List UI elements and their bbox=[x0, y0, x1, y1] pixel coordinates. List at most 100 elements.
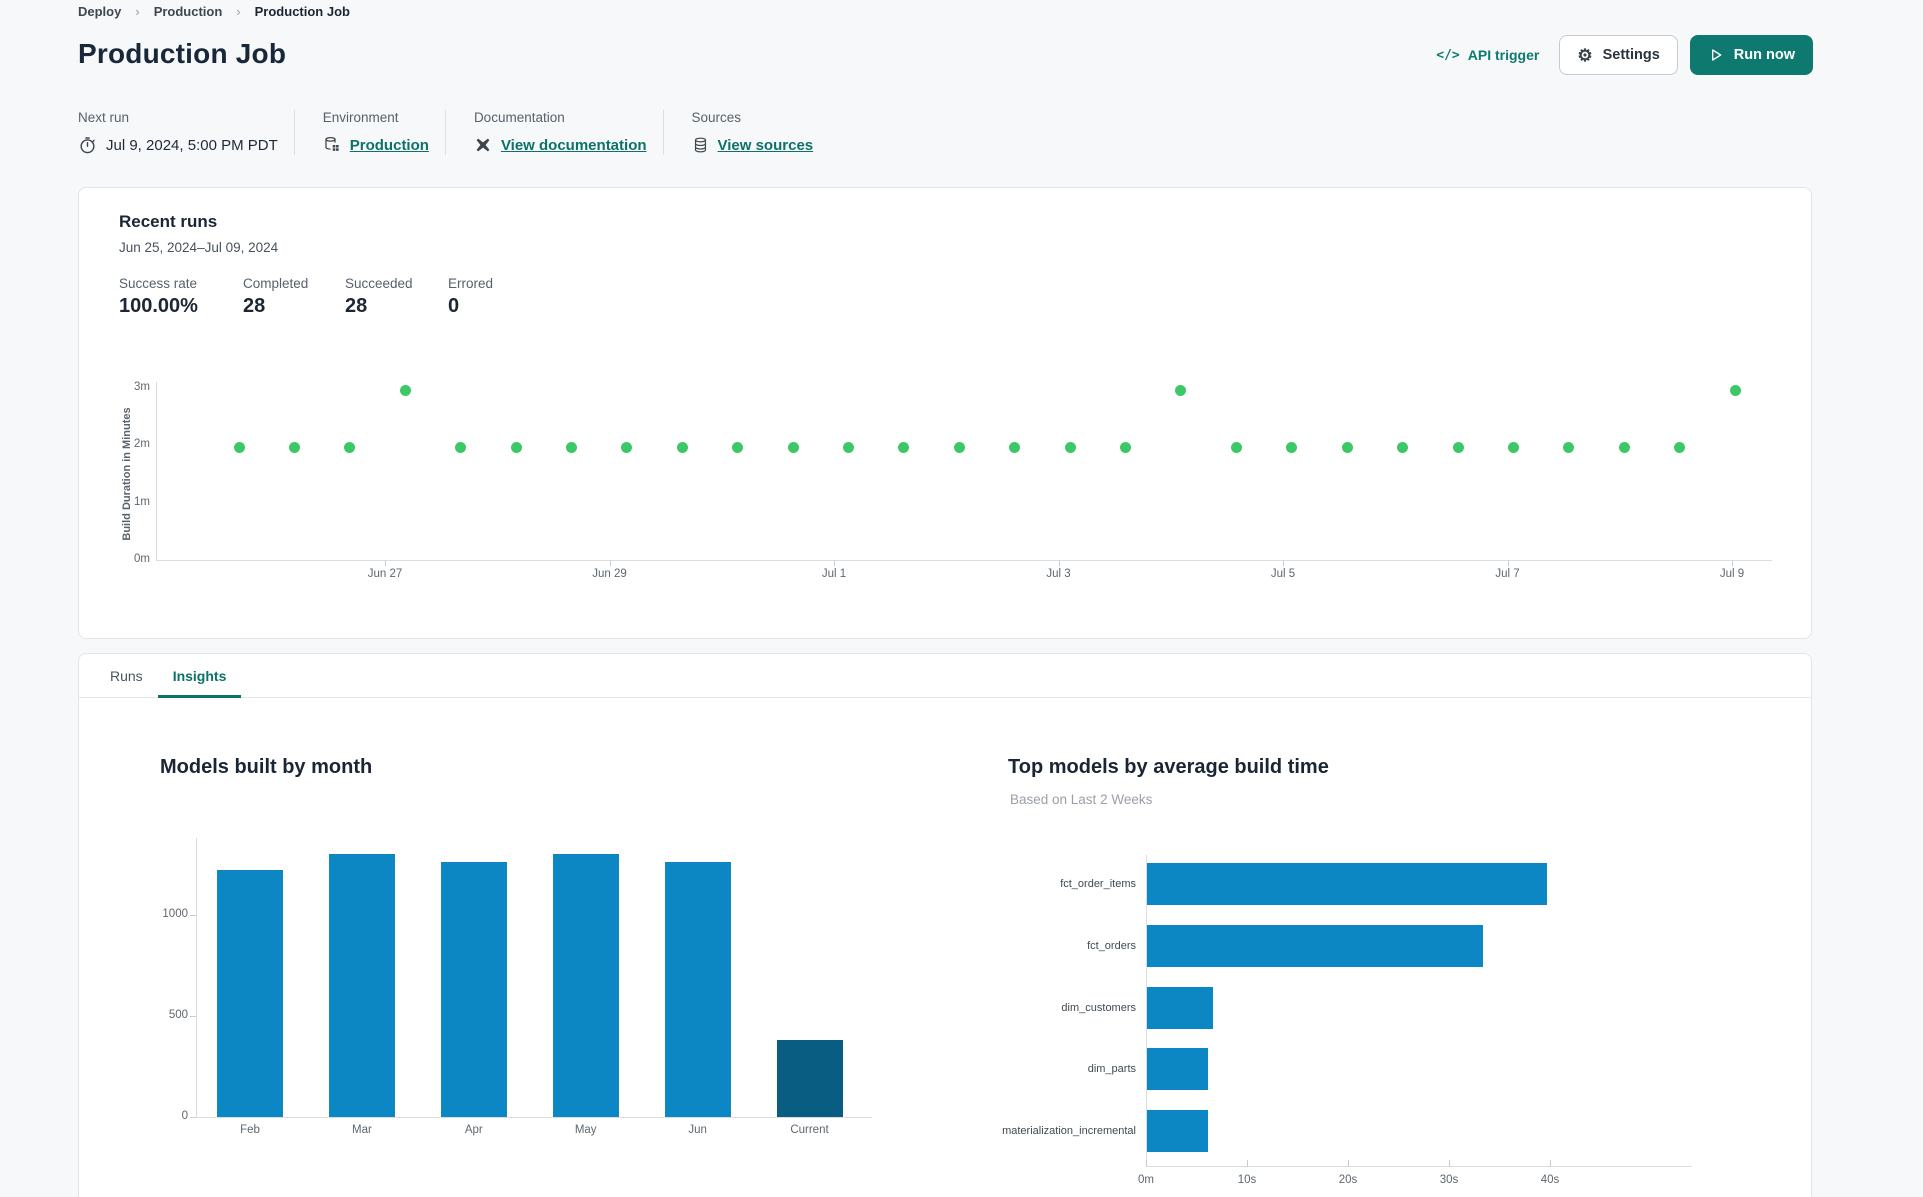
run-duration-dot[interactable] bbox=[1507, 441, 1519, 453]
scatter-y-tick-label: 1m bbox=[134, 495, 150, 508]
api-trigger-link[interactable]: </> API trigger bbox=[1436, 47, 1539, 63]
documentation-section: Documentation View documentation bbox=[474, 110, 647, 155]
scatter-x-tick-mark bbox=[609, 561, 611, 566]
scatter-x-tick-mark bbox=[1507, 561, 1509, 566]
breadcrumb-production[interactable]: Production bbox=[154, 4, 223, 19]
run-duration-dot[interactable] bbox=[1452, 441, 1464, 453]
month-x-tick-label: Jun bbox=[688, 1124, 707, 1136]
stat-succeeded: Succeeded 28 bbox=[345, 276, 448, 318]
gear-icon: ⚙ bbox=[1577, 45, 1593, 65]
run-duration-dot[interactable] bbox=[732, 441, 744, 453]
scatter-x-tick-mark bbox=[385, 561, 386, 566]
run-duration-dot[interactable] bbox=[344, 441, 356, 453]
month-y-tick-mark bbox=[190, 914, 196, 916]
stat-label: Errored bbox=[448, 276, 494, 291]
settings-button[interactable]: ⚙ Settings bbox=[1559, 35, 1678, 75]
stat-value: 28 bbox=[345, 295, 368, 317]
tab-runs[interactable]: Runs bbox=[95, 654, 158, 697]
scatter-y-axis-title: Build Duration in Minutes bbox=[121, 407, 133, 541]
top-models-bar bbox=[1147, 863, 1547, 905]
stat-value: 28 bbox=[243, 295, 266, 317]
month-y-tick-label: 1000 bbox=[162, 907, 188, 920]
run-duration-dot[interactable] bbox=[787, 441, 799, 453]
tab-insights[interactable]: Insights bbox=[157, 654, 242, 698]
play-icon bbox=[1711, 49, 1722, 61]
top-models-x-tick-label: 20s bbox=[1338, 1174, 1358, 1186]
scatter-x-tick-mark bbox=[1283, 561, 1284, 566]
month-y-tick-label: 500 bbox=[168, 1008, 188, 1021]
stat-errored: Errored 0 bbox=[448, 276, 572, 318]
code-icon: </> bbox=[1436, 47, 1460, 63]
recent-runs-card: Recent runs Jun 25, 2024–Jul 09, 2024 Su… bbox=[78, 187, 1812, 639]
run-duration-dot[interactable] bbox=[288, 441, 300, 453]
stat-label: Success rate bbox=[119, 276, 198, 291]
production-job-page: Deploy › Production › Production Job Pro… bbox=[0, 0, 1923, 1197]
month-bar bbox=[776, 1040, 843, 1117]
environment-label: Environment bbox=[322, 110, 399, 125]
scatter-x-tick-label: Jul 1 bbox=[821, 568, 847, 580]
scatter-x-tick-label: Jul 3 bbox=[1046, 568, 1071, 580]
breadcrumb: Deploy › Production › Production Job bbox=[78, 4, 350, 19]
view-documentation-link[interactable]: View documentation bbox=[501, 137, 647, 154]
month-bar bbox=[440, 862, 507, 1117]
api-trigger-label: API trigger bbox=[1467, 47, 1540, 63]
run-duration-dot[interactable] bbox=[1341, 441, 1353, 453]
run-duration-dot[interactable] bbox=[1563, 441, 1575, 453]
run-duration-dot[interactable] bbox=[1286, 441, 1298, 453]
month-y-axis-line bbox=[196, 838, 197, 1118]
run-duration-dot[interactable] bbox=[1064, 441, 1076, 453]
run-now-button[interactable]: Run now bbox=[1689, 35, 1813, 75]
run-duration-dot[interactable] bbox=[510, 441, 522, 453]
run-now-label: Run now bbox=[1733, 47, 1795, 63]
run-duration-dot[interactable] bbox=[621, 441, 633, 453]
run-duration-dot[interactable] bbox=[843, 441, 854, 453]
stat-completed: Completed 28 bbox=[243, 276, 345, 318]
top-models-bar bbox=[1147, 924, 1484, 967]
scatter-x-tick-mark bbox=[1058, 561, 1060, 566]
top-models-bar-label: fct_orders bbox=[1087, 939, 1136, 952]
run-duration-dot[interactable] bbox=[565, 441, 577, 453]
breadcrumb-deploy[interactable]: Deploy bbox=[78, 4, 121, 19]
stat-value: 100.00% bbox=[119, 295, 198, 317]
sources-label: Sources bbox=[691, 110, 742, 125]
stat-success-rate: Success rate 100.00% bbox=[119, 276, 243, 318]
documentation-label: Documentation bbox=[473, 110, 565, 125]
run-duration-dot[interactable] bbox=[1009, 441, 1021, 453]
next-run-label: Next run bbox=[78, 110, 130, 125]
run-duration-dot[interactable] bbox=[676, 441, 688, 453]
month-x-tick-label: Current bbox=[790, 1124, 829, 1136]
top-models-bar-label: dim_parts bbox=[1087, 1063, 1136, 1076]
run-duration-dot[interactable] bbox=[1120, 441, 1132, 453]
run-duration-dot[interactable] bbox=[233, 441, 245, 453]
run-duration-dot[interactable] bbox=[1729, 385, 1741, 397]
view-sources-link[interactable]: View sources bbox=[718, 137, 814, 154]
divider bbox=[662, 110, 664, 155]
month-x-tick-label: Apr bbox=[464, 1124, 483, 1136]
top-models-x-tick-mark bbox=[1247, 1160, 1248, 1167]
page-title: Production Job bbox=[78, 38, 287, 69]
top-models-bar bbox=[1147, 1048, 1208, 1091]
scatter-y-axis-line bbox=[156, 382, 157, 561]
run-duration-dot[interactable] bbox=[1674, 441, 1686, 453]
environment-section: Environment Production bbox=[323, 110, 429, 155]
month-chart-title: Models built by month bbox=[160, 756, 373, 778]
top-models-bar bbox=[1147, 1110, 1208, 1152]
run-duration-dot[interactable] bbox=[1618, 441, 1630, 453]
run-duration-dot[interactable] bbox=[898, 441, 910, 453]
environment-link[interactable]: Production bbox=[350, 137, 429, 154]
run-duration-dot[interactable] bbox=[1230, 441, 1242, 453]
divider bbox=[293, 110, 295, 155]
sources-section: Sources View sources bbox=[692, 110, 814, 155]
run-duration-dot[interactable] bbox=[1397, 441, 1409, 453]
top-models-x-tick-mark bbox=[1146, 1160, 1147, 1167]
run-duration-dot[interactable] bbox=[953, 441, 965, 453]
month-y-tick-label: 0 bbox=[181, 1110, 188, 1122]
month-bar bbox=[664, 862, 731, 1117]
run-duration-dot[interactable] bbox=[455, 441, 467, 453]
top-models-x-tick-label: 30s bbox=[1439, 1174, 1459, 1186]
top-models-bar-label: materialization_incremental bbox=[1002, 1125, 1136, 1137]
top-models-x-tick-mark bbox=[1550, 1160, 1551, 1167]
divider bbox=[444, 110, 446, 155]
top-models-chart-title: Top models by average build time bbox=[1008, 756, 1329, 778]
scatter-x-tick-mark bbox=[834, 561, 835, 566]
